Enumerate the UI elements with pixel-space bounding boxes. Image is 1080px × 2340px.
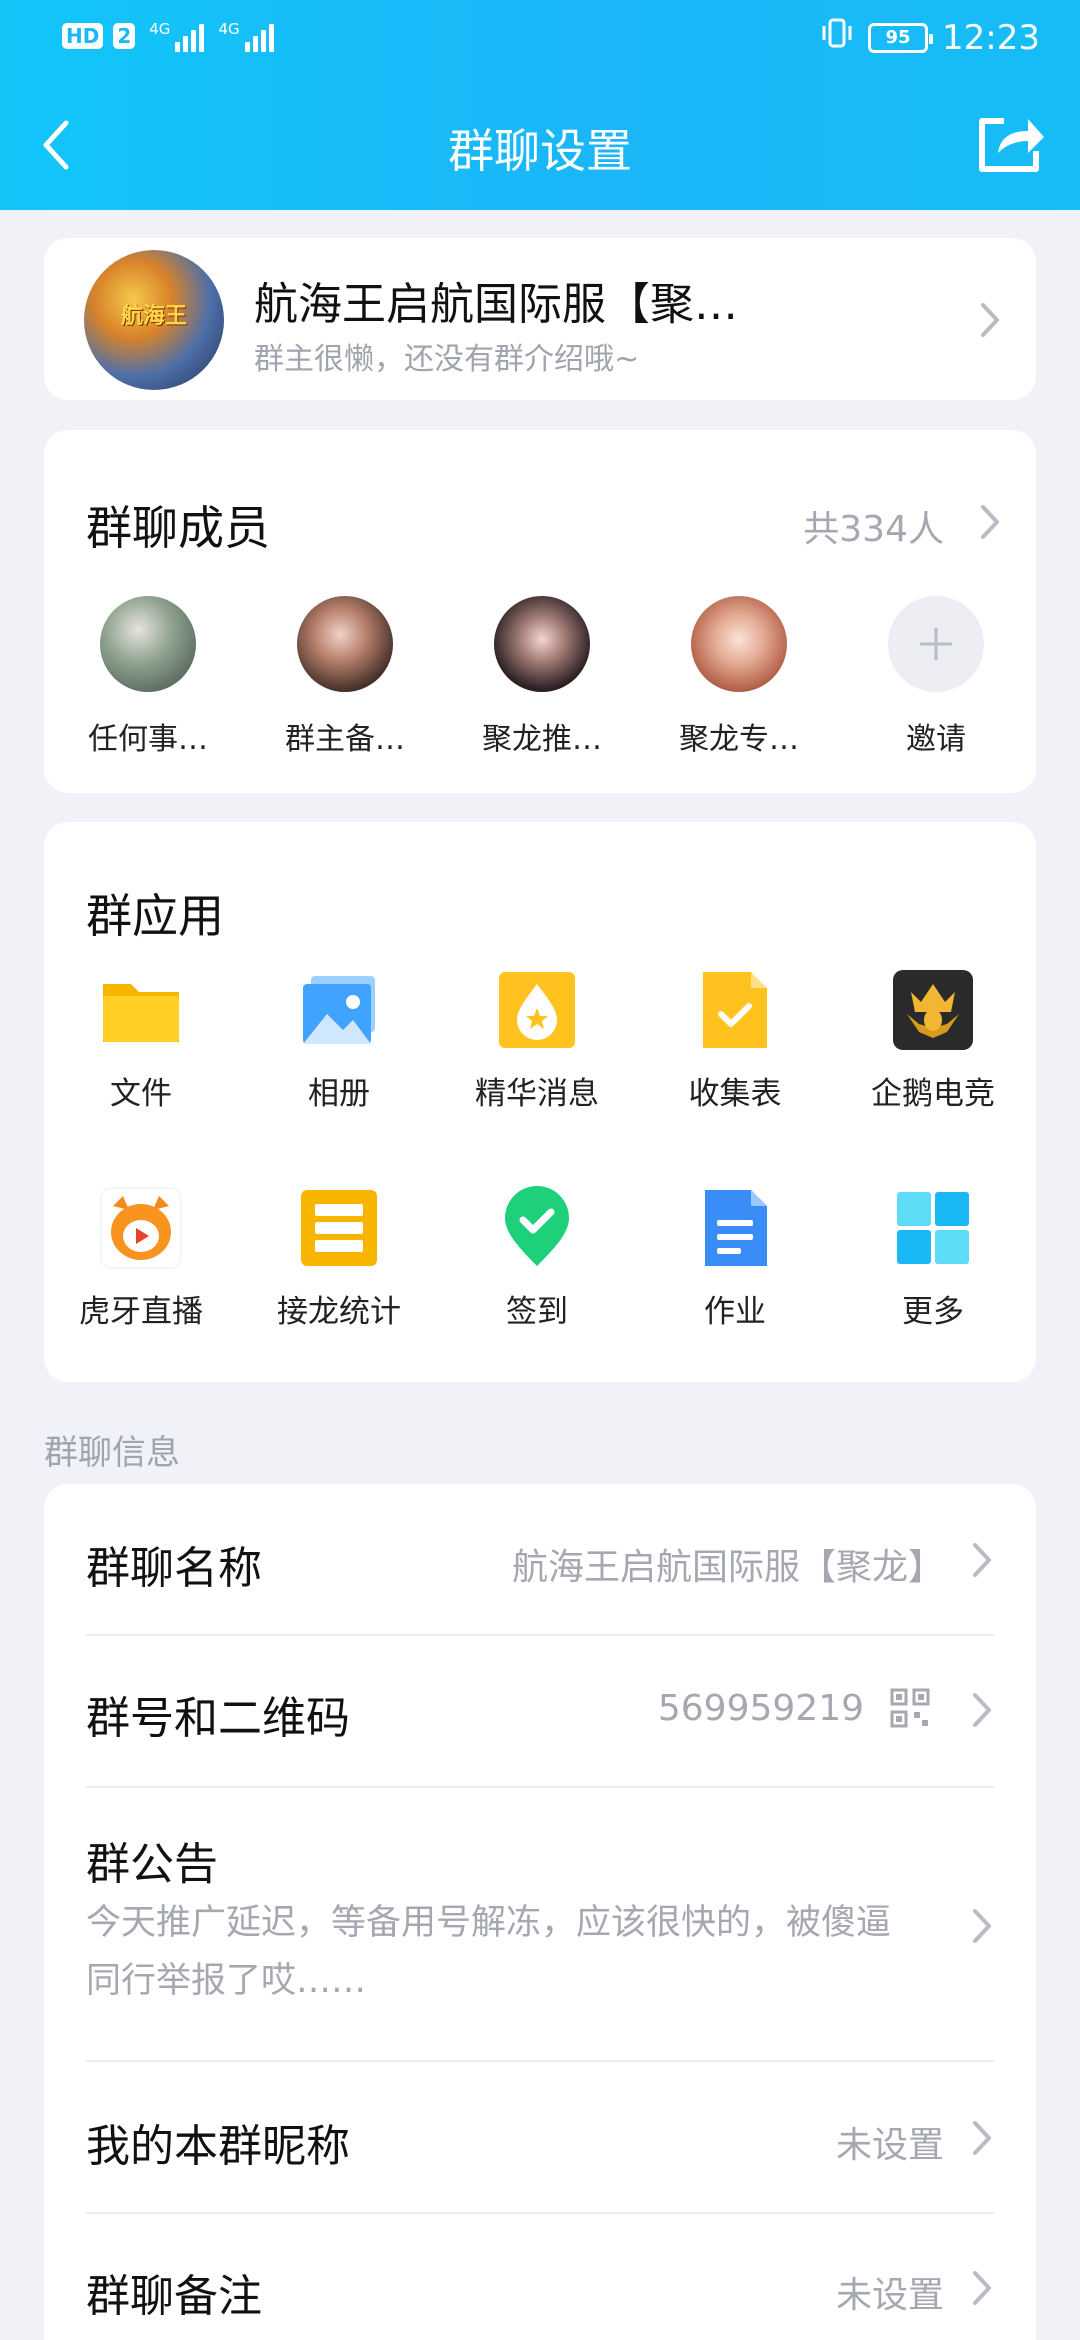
my-nickname-row[interactable]: 我的本群昵称 未设置 [86,2062,994,2212]
row-title: 群聊名称 [86,1543,262,1594]
member-item[interactable]: 任何事… [78,596,218,758]
members-title: 群聊成员 [86,501,270,555]
notice-line: 同行举报了哎…… [86,1961,367,2001]
photo-album-icon [297,968,381,1052]
sim-badge: 2 [113,23,136,49]
signal-icon: 4G [149,20,205,52]
group-intro: 群主很懒，还没有群介绍哦~ [254,342,640,377]
app-label: 收集表 [688,1076,782,1112]
chevron-right-icon [970,1540,994,1580]
hd-badge: HD [62,23,104,49]
vibrate-icon [820,16,854,59]
app-collection-form[interactable]: 收集表 [650,968,820,1113]
group-info-card: 群聊名称 航海王启航国际服【聚龙】 群号和二维码 569959219 群公告 今… [44,1484,1036,2340]
group-name-row[interactable]: 群聊名称 航海王启航国际服【聚龙】 [86,1484,994,1634]
essence-message-icon [495,968,579,1052]
member-item[interactable]: 聚龙推… [472,596,612,758]
member-count[interactable]: 共334人 [803,500,944,552]
group-number: 569959219 [657,1688,864,1729]
member-name: 群主备… [285,722,405,757]
member-avatar [494,596,590,692]
section-label-group-info: 群聊信息 [44,1433,180,1473]
chevron-right-icon [970,2118,994,2158]
app-file[interactable]: 文件 [56,968,226,1113]
share-button[interactable] [974,111,1046,177]
app-homework[interactable]: 作业 [650,1186,820,1331]
app-label: 签到 [506,1294,568,1330]
app-check-in[interactable]: 签到 [452,1186,622,1331]
group-avatar-text: 航海王 [120,304,187,329]
member-avatar [691,596,787,692]
chevron-right-icon[interactable] [978,502,1002,542]
chevron-right-icon [978,300,1002,340]
row-title: 群公告 [86,1839,218,1890]
group-name: 航海王启航国际服【聚… [254,279,738,330]
notice-line: 今天推广延迟，等备用号解冻，应该很快的，被傻逼 [86,1903,892,1943]
row-title: 群聊备注 [86,2271,262,2322]
invite-button[interactable]: 邀请 [866,596,1006,758]
chevron-right-icon [970,1690,994,1730]
app-label: 企鹅电竞 [871,1076,995,1112]
page-title: 群聊设置 [448,124,632,178]
collection-form-icon [693,968,777,1052]
app-relay-statistics[interactable]: 接龙统计 [254,1186,424,1331]
relay-statistics-icon [297,1186,381,1270]
add-member-icon [888,596,984,692]
homework-icon [693,1186,777,1270]
status-left: HD 2 4G 4G [62,20,274,52]
app-label: 作业 [704,1294,766,1330]
app-label: 更多 [902,1294,964,1330]
clock: 12:23 [942,17,1040,58]
chevron-right-icon [970,2268,994,2308]
share-icon [979,118,1044,172]
app-label: 接龙统计 [277,1294,401,1330]
more-apps-icon [891,1186,975,1270]
huya-live-icon [99,1186,183,1270]
app-penguin-esports[interactable]: 企鹅电竞 [848,968,1018,1113]
app-album[interactable]: 相册 [254,968,424,1113]
folder-icon [99,968,183,1052]
members-card: 群聊成员 共334人 任何事… 群主备… 聚龙推… 聚龙专… 邀请 [44,430,1036,793]
row-value: 未设置 [835,2275,944,2316]
row-value: 航海王启航国际服【聚龙】 [511,1547,944,1588]
app-more[interactable]: 更多 [848,1186,1018,1331]
check-in-icon [495,1186,579,1270]
status-bar: HD 2 4G 4G 95 12:23 [0,0,1080,80]
group-profile-card[interactable]: 航海王 航海王启航国际服【聚… 群主很懒，还没有群介绍哦~ [44,238,1036,400]
group-apps-card: 群应用 文件 相册 精华消息 收集表 企鹅电竞 虎牙直播 接龙统计 签到 作业 … [44,822,1036,1382]
invite-label: 邀请 [906,722,966,757]
member-name: 聚龙专… [679,722,799,757]
app-label: 虎牙直播 [79,1294,203,1330]
navbar: 群聊设置 [0,105,1080,185]
row-title: 我的本群昵称 [86,2121,350,2172]
app-essence[interactable]: 精华消息 [452,968,622,1113]
app-label: 精华消息 [475,1076,599,1112]
row-title: 群号和二维码 [86,1693,350,1744]
member-avatar [297,596,393,692]
battery-icon: 95 [868,22,934,53]
app-label: 相册 [308,1076,370,1112]
group-avatar: 航海王 [84,250,224,390]
header: HD 2 4G 4G 95 12:23 群聊设置 [0,0,1080,210]
qr-code-icon [890,1688,930,1728]
group-notice-row[interactable]: 群公告 今天推广延迟，等备用号解冻，应该很快的，被傻逼 同行举报了哎…… [86,1788,994,2060]
row-value: 未设置 [835,2125,944,2166]
app-label: 文件 [110,1076,172,1112]
chevron-right-icon [970,1906,994,1946]
status-right: 95 12:23 [820,16,1040,59]
member-name: 任何事… [88,722,208,757]
group-remark-row[interactable]: 群聊备注 未设置 [86,2214,994,2340]
apps-title: 群应用 [86,889,224,943]
penguin-esports-icon [891,968,975,1052]
member-item[interactable]: 群主备… [275,596,415,758]
member-item[interactable]: 聚龙专… [669,596,809,758]
signal-icon: 4G [218,20,274,52]
member-avatar [100,596,196,692]
member-name: 聚龙推… [482,722,602,757]
group-number-row[interactable]: 群号和二维码 569959219 [86,1636,994,1786]
app-huya-live[interactable]: 虎牙直播 [56,1186,226,1331]
notice-text: 今天推广延迟，等备用号解冻，应该很快的，被傻逼 同行举报了哎…… [86,1894,946,2010]
